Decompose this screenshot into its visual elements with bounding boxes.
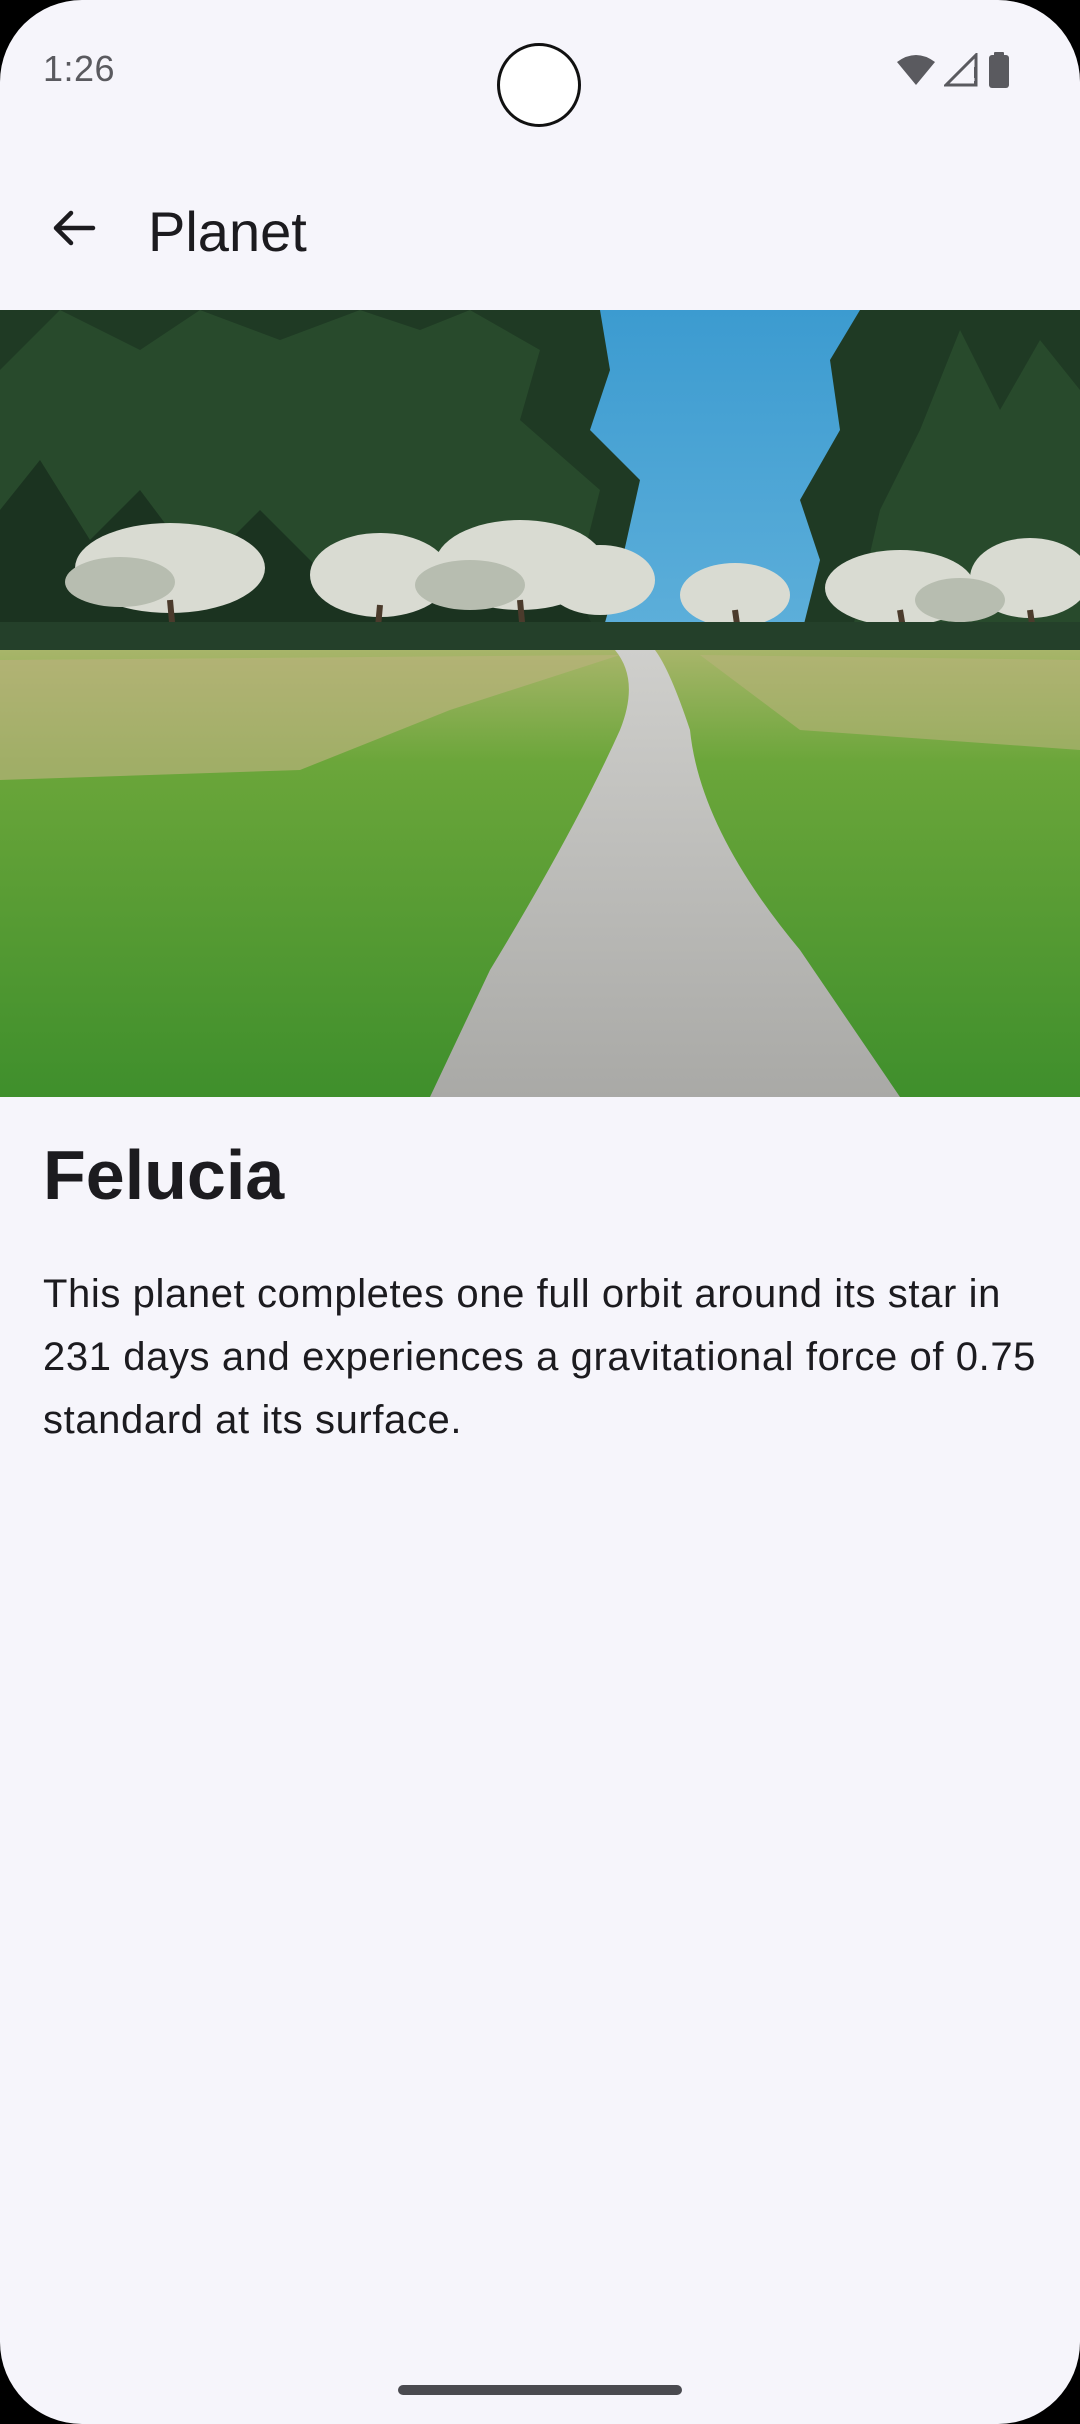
wifi-icon — [896, 54, 936, 86]
phone-screen: 1:26 Planet Felucia This planet complete… — [0, 0, 1080, 2424]
arrow-left-icon — [49, 204, 97, 257]
planet-hero-image — [0, 310, 1080, 1097]
top-app-bar: Planet — [0, 155, 1080, 300]
cell-signal-icon — [944, 53, 980, 87]
battery-icon — [988, 52, 1010, 88]
status-time: 1:26 — [43, 48, 116, 89]
planet-description: This planet completes one full orbit aro… — [43, 1272, 1037, 1442]
app-bar-title: Planet — [148, 200, 307, 263]
gesture-nav-handle[interactable] — [398, 2385, 682, 2395]
camera-cutout — [497, 43, 581, 127]
status-icons — [896, 52, 1010, 88]
planet-name: Felucia — [43, 1136, 285, 1214]
back-button[interactable] — [34, 191, 112, 269]
status-bar: 1:26 — [0, 0, 1080, 140]
